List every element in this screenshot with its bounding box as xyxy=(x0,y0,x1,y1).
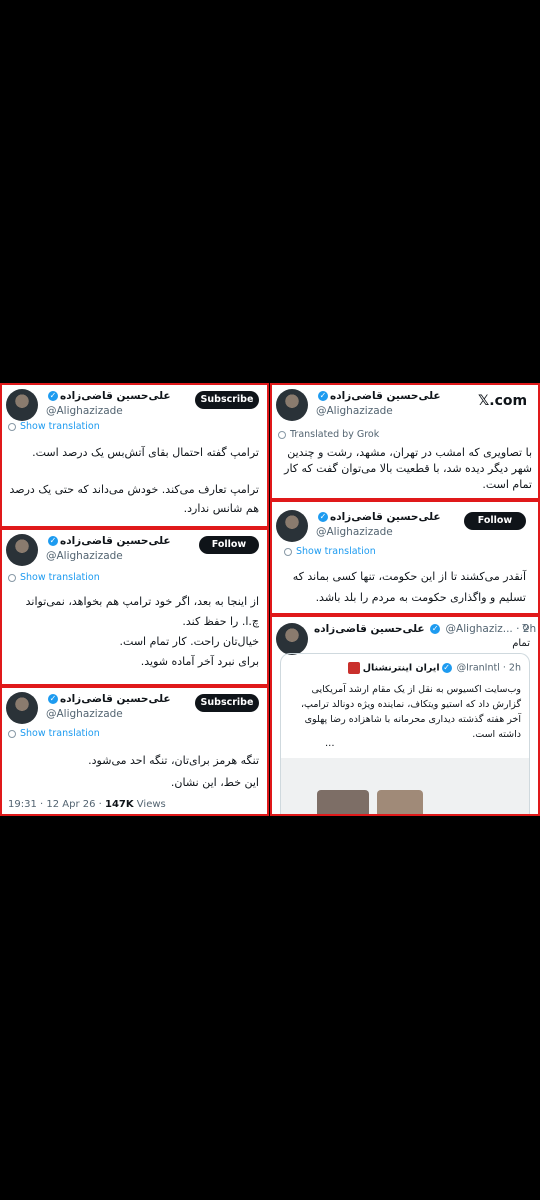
author-name[interactable]: علی‌حسین قاضی‌زاده✓ xyxy=(316,390,441,402)
tweet-text: از اینجا به بعد، اگر خود ترامپ هم بخواهد… xyxy=(25,595,259,668)
author-name[interactable]: علی‌حسین قاضی‌زاده xyxy=(314,623,428,635)
tweet-card-right-1[interactable]: 𝕏.com علی‌حسین قاضی‌زاده✓ @Alighazizade … xyxy=(270,383,540,500)
tweet-card-left-3[interactable]: علی‌حسین قاضی‌زاده✓ @Alighazizade Subscr… xyxy=(0,686,269,816)
tweet-text: تنگه هرمز برای‌تان، تنگه احد می‌شود. این… xyxy=(88,754,259,789)
tweet-header: علی‌حسین قاضی‌زاده✓ @Alighazizade Follow xyxy=(6,534,263,570)
verified-icon: ✓ xyxy=(430,624,441,634)
avatar[interactable] xyxy=(6,534,38,566)
translated-by-grok-label: Translated by Grok xyxy=(278,429,379,440)
quoted-text: وب‌سایت اکسیوس به نقل از یک مقام ارشد آم… xyxy=(300,684,521,740)
quoted-media[interactable] xyxy=(281,758,529,814)
verified-icon: ✓ xyxy=(48,536,58,546)
verified-icon: ✓ xyxy=(318,512,328,522)
follow-button[interactable]: Follow xyxy=(199,536,259,554)
translate-icon xyxy=(8,422,16,431)
iranintl-logo-icon xyxy=(347,662,360,674)
show-translation-link[interactable]: Show translation xyxy=(8,728,100,739)
author-handle[interactable]: @Alighazizade xyxy=(316,526,393,538)
media-photo-right xyxy=(377,790,423,814)
author-name[interactable]: علی‌حسین قاضی‌زاده✓ xyxy=(46,693,171,705)
tweet-text: تمام xyxy=(512,638,530,649)
show-translation-link[interactable]: Show translation xyxy=(284,546,376,557)
verified-icon: ✓ xyxy=(318,391,328,401)
author-name[interactable]: علی‌حسین قاضی‌زاده✓ xyxy=(46,390,171,402)
quoted-handle[interactable]: @IranIntl · 2h xyxy=(457,663,521,674)
tweet-header: علی‌حسین قاضی‌زاده ✓ @Alighaziz... · 2h xyxy=(314,623,536,635)
tweet-card-left-2[interactable]: علی‌حسین قاضی‌زاده✓ @Alighazizade Follow… xyxy=(0,528,269,686)
tweet-header: علی‌حسین قاضی‌زاده✓ @Alighazizade xyxy=(276,389,534,425)
translate-icon xyxy=(278,430,286,439)
tweet-text: آنقدر می‌کشند تا از این حکومت، تنها کسی … xyxy=(292,570,526,604)
follow-button[interactable]: Follow xyxy=(464,512,526,530)
author-handle[interactable]: @Alighazizade xyxy=(46,405,123,417)
author-handle[interactable]: @Alighaziz... xyxy=(446,623,513,635)
subscribe-button[interactable]: Subscribe xyxy=(195,391,259,409)
show-translation-link[interactable]: Show translation xyxy=(8,421,100,432)
tweet-header: علی‌حسین قاضی‌زاده✓ @Alighazizade Subscr… xyxy=(6,692,263,728)
quoted-tweet[interactable]: ایران اینترنشنال ✓ @IranIntl · 2h وب‌سایت… xyxy=(280,653,530,814)
translate-icon xyxy=(8,573,16,582)
author-name[interactable]: علی‌حسین قاضی‌زاده✓ xyxy=(316,511,441,523)
verified-icon: ✓ xyxy=(48,694,58,704)
retweet-icon[interactable]: ↻ xyxy=(522,623,530,634)
show-translation-link[interactable]: Show translation xyxy=(8,572,100,583)
author-handle[interactable]: @Alighazizade xyxy=(316,405,393,417)
avatar[interactable] xyxy=(6,389,38,421)
author-handle[interactable]: @Alighazizade xyxy=(46,708,123,720)
tweet-card-right-3[interactable]: علی‌حسین قاضی‌زاده ✓ @Alighaziz... · 2h … xyxy=(270,615,540,816)
translate-icon xyxy=(284,547,292,556)
quoted-ellipsis: ... xyxy=(325,738,335,749)
tweet-header: علی‌حسین قاضی‌زاده✓ @Alighazizade Subscr… xyxy=(6,389,263,425)
tweet-text: با تصاویری که امشب در تهران، مشهد، رشت و… xyxy=(284,446,532,491)
translate-icon xyxy=(8,729,16,738)
media-photo-left xyxy=(317,790,369,814)
tweet-header: علی‌حسین قاضی‌زاده✓ @Alighazizade Follow xyxy=(276,510,534,546)
tweet-meta: 19:31 · 12 Apr 26 · 147K Views xyxy=(8,799,166,810)
avatar[interactable] xyxy=(276,510,308,542)
author-handle[interactable]: @Alighazizade xyxy=(46,550,123,562)
quoted-author-name[interactable]: ایران اینترنشنال xyxy=(363,663,440,674)
verified-icon: ✓ xyxy=(48,391,58,401)
avatar[interactable] xyxy=(6,692,38,724)
subscribe-button[interactable]: Subscribe xyxy=(195,694,259,712)
author-name[interactable]: علی‌حسین قاضی‌زاده✓ xyxy=(46,535,171,547)
tweet-card-right-2[interactable]: علی‌حسین قاضی‌زاده✓ @Alighazizade Follow… xyxy=(270,500,540,615)
avatar[interactable] xyxy=(276,623,308,655)
avatar[interactable] xyxy=(276,389,308,421)
verified-icon: ✓ xyxy=(441,663,452,673)
quoted-header: ایران اینترنشنال ✓ @IranIntl · 2h xyxy=(347,662,521,674)
tweet-text: ترامپ گفته احتمال بقای آتش‌بس یک درصد اس… xyxy=(9,446,260,515)
tweet-card-left-1[interactable]: علی‌حسین قاضی‌زاده✓ @Alighazizade Subscr… xyxy=(0,383,269,528)
